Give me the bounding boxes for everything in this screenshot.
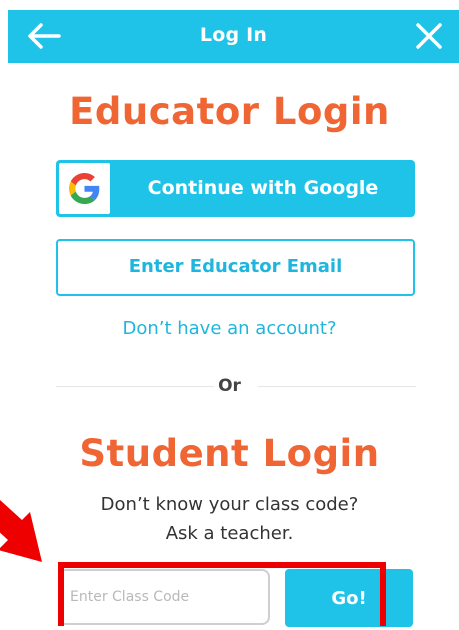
header-bar: Log In xyxy=(8,10,459,63)
class-code-hint-line2: Ask a teacher. xyxy=(165,523,294,544)
google-button-label: Continue with Google xyxy=(147,177,379,199)
signup-link[interactable]: Don’t have an account? xyxy=(0,318,459,339)
continue-with-google-button[interactable]: Continue with Google xyxy=(56,160,415,217)
login-page: Log In Educator Login Continue with Goog… xyxy=(0,0,459,630)
enter-educator-email-button[interactable]: Enter Educator Email xyxy=(56,239,415,296)
go-button[interactable]: Go! xyxy=(285,569,413,627)
email-button-label: Enter Educator Email xyxy=(128,256,343,277)
educator-login-title: Educator Login xyxy=(69,90,390,133)
student-login-title: Student Login xyxy=(79,432,380,475)
class-code-input[interactable] xyxy=(58,569,270,625)
google-logo-container xyxy=(59,163,110,214)
close-button[interactable] xyxy=(411,18,447,54)
google-g-icon xyxy=(69,173,100,204)
divider-right xyxy=(258,386,416,387)
close-icon xyxy=(416,23,442,49)
header-title: Log In xyxy=(199,24,268,46)
class-code-hint-line1: Don’t know your class code? xyxy=(100,494,359,515)
go-button-label: Go! xyxy=(331,588,367,609)
